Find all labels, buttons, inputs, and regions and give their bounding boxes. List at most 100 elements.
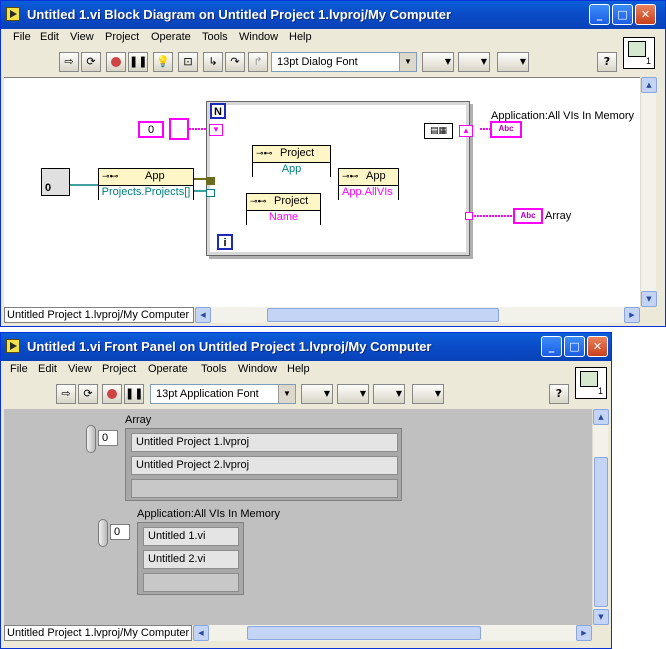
step-out-icon[interactable]: ↱: [248, 52, 268, 72]
scroll-up-arrow[interactable]: ▲: [593, 409, 609, 425]
minimize-button[interactable]: _: [541, 336, 562, 357]
refnum-tunnel: [206, 177, 215, 185]
array2-index[interactable]: 0: [110, 524, 130, 540]
close-button[interactable]: ✕: [587, 336, 608, 357]
app-node-property: Projects.Projects[]: [99, 185, 193, 200]
scroll-left-arrow[interactable]: ◀: [193, 625, 209, 641]
array2-element-1[interactable]: Untitled 1.vi: [143, 527, 239, 546]
help-icon[interactable]: ?: [597, 52, 617, 72]
menu-edit[interactable]: Edit: [38, 363, 57, 375]
scroll-down-arrow[interactable]: ▼: [593, 609, 609, 625]
menu-window[interactable]: Window: [239, 31, 278, 43]
pause-icon[interactable]: ❚❚: [128, 52, 148, 72]
project-property-node-1[interactable]: ⊸⊷ Project App: [252, 145, 331, 177]
menu-view[interactable]: View: [70, 31, 94, 43]
array1-element-3[interactable]: [131, 479, 398, 498]
menu-operate[interactable]: Operate: [151, 31, 191, 43]
array1-index-incdec[interactable]: [86, 425, 96, 453]
scroll-down-arrow[interactable]: ▼: [641, 291, 657, 307]
minimize-button[interactable]: _: [589, 4, 610, 25]
step-into-icon[interactable]: ↳: [203, 52, 223, 72]
fp-vscroll-thumb[interactable]: [594, 457, 608, 607]
help-icon[interactable]: ?: [549, 384, 569, 404]
font-select[interactable]: 13pt Application Font ▼: [150, 384, 296, 404]
block-diagram-canvas[interactable]: 0 0 ⊸⊷ App Projects.Projects[] N i ▼ ▲ ⊸…: [4, 77, 640, 308]
align-objects-icon[interactable]: ▼: [422, 52, 454, 72]
maximize-button[interactable]: □: [612, 4, 633, 25]
bd-hscroll-thumb[interactable]: [267, 308, 499, 322]
array1-element-2[interactable]: Untitled Project 2.lvproj: [131, 456, 398, 475]
loop-iteration-terminal[interactable]: i: [217, 234, 233, 250]
all-vis-indicator-label: Application:All VIs In Memory: [491, 110, 635, 122]
bd-status-bar: Untitled Project 1.lvproj/My Computer: [4, 307, 194, 323]
array-string-indicator[interactable]: Abc: [513, 208, 543, 224]
fp-vi-icon[interactable]: 1: [575, 367, 607, 399]
run-continuously-icon[interactable]: ⟳: [81, 52, 101, 72]
array1-element-1[interactable]: Untitled Project 1.lvproj: [131, 433, 398, 452]
numeric-constant[interactable]: 0: [138, 121, 164, 138]
fp-vertical-scrollbar[interactable]: ▲ ▼: [592, 409, 609, 625]
reorder-icon[interactable]: ▼: [412, 384, 444, 404]
fp-toolbar: ⇨ ⟳ ❚❚ 13pt Application Font ▼ ▼ ▼ ▼ ▼ ?: [4, 382, 608, 408]
scroll-up-arrow[interactable]: ▲: [641, 77, 657, 93]
project-property-node-2[interactable]: ⊸⊷ Project Name: [246, 193, 321, 225]
abort-icon[interactable]: [102, 384, 122, 404]
bd-vertical-scrollbar[interactable]: ▲ ▼: [640, 77, 657, 307]
scroll-left-arrow[interactable]: ◀: [195, 307, 211, 323]
menu-operate[interactable]: Operate: [148, 363, 188, 375]
menu-file[interactable]: File: [13, 31, 31, 43]
array2-index-incdec[interactable]: [98, 519, 108, 547]
bd-horizontal-scrollbar[interactable]: ◀ ▶: [195, 307, 640, 323]
output-tunnel-1: ▲: [459, 125, 473, 137]
fp-title-bar[interactable]: Untitled 1.vi Front Panel on Untitled Pr…: [1, 333, 611, 361]
reorder-icon[interactable]: ▼: [497, 52, 529, 72]
vi-icon-screen: [628, 41, 646, 57]
resize-objects-icon[interactable]: ▼: [373, 384, 405, 404]
retain-wire-values-icon[interactable]: ⊡: [178, 52, 198, 72]
pause-icon[interactable]: ❚❚: [124, 384, 144, 404]
maximize-button[interactable]: □: [564, 336, 585, 357]
font-select[interactable]: 13pt Dialog Font ▼: [271, 52, 417, 72]
run-arrow-icon[interactable]: ⇨: [59, 52, 79, 72]
align-objects-icon[interactable]: ▼: [301, 384, 333, 404]
menu-help[interactable]: Help: [287, 363, 310, 375]
menu-view[interactable]: View: [68, 363, 92, 375]
app-property-node[interactable]: ⊸⊷ App Projects.Projects[]: [98, 168, 194, 200]
scroll-right-arrow[interactable]: ▶: [624, 307, 640, 323]
array2-element-3[interactable]: [143, 573, 239, 592]
menu-tools[interactable]: Tools: [202, 31, 228, 43]
abort-icon[interactable]: [106, 52, 126, 72]
menu-window[interactable]: Window: [238, 363, 277, 375]
front-panel-canvas[interactable]: Array 0 Untitled Project 1.lvproj Untitl…: [4, 409, 592, 625]
menu-edit[interactable]: Edit: [40, 31, 59, 43]
app-property-node-2[interactable]: ⊸⊷ App App.AllVIs: [338, 168, 399, 200]
string-array-constant[interactable]: [169, 118, 189, 140]
loop-count-terminal[interactable]: N: [210, 103, 226, 119]
app-ref-value: 0: [45, 182, 52, 194]
app-refnum-constant[interactable]: 0: [41, 168, 70, 196]
close-button[interactable]: ✕: [635, 4, 656, 25]
labview-vi-icon: [6, 7, 20, 21]
fp-hscroll-thumb[interactable]: [247, 626, 481, 640]
bd-vi-icon[interactable]: 1: [623, 37, 655, 69]
fp-horizontal-scrollbar[interactable]: ◀ ▶: [193, 625, 592, 641]
all-vis-string-indicator[interactable]: Abc: [490, 121, 522, 138]
array-indicator-label: Array: [545, 210, 572, 222]
run-arrow-icon[interactable]: ⇨: [56, 384, 76, 404]
menu-help[interactable]: Help: [289, 31, 312, 43]
bd-title-bar[interactable]: Untitled 1.vi Block Diagram on Untitled …: [1, 1, 665, 29]
menu-project[interactable]: Project: [105, 31, 139, 43]
run-continuously-icon[interactable]: ⟳: [78, 384, 98, 404]
menu-tools[interactable]: Tools: [201, 363, 227, 375]
step-over-icon[interactable]: ↷: [225, 52, 245, 72]
scroll-right-arrow[interactable]: ▶: [576, 625, 592, 641]
build-array-node[interactable]: ▤▦: [424, 123, 453, 139]
highlight-execution-icon[interactable]: 💡: [153, 52, 173, 72]
menu-file[interactable]: File: [10, 363, 28, 375]
distribute-objects-icon[interactable]: ▼: [337, 384, 369, 404]
menu-project[interactable]: Project: [102, 363, 136, 375]
array1-index[interactable]: 0: [98, 430, 118, 446]
array2-element-2[interactable]: Untitled 2.vi: [143, 550, 239, 569]
distribute-objects-icon[interactable]: ▼: [458, 52, 490, 72]
key-icon: ⊸⊷: [102, 172, 119, 182]
